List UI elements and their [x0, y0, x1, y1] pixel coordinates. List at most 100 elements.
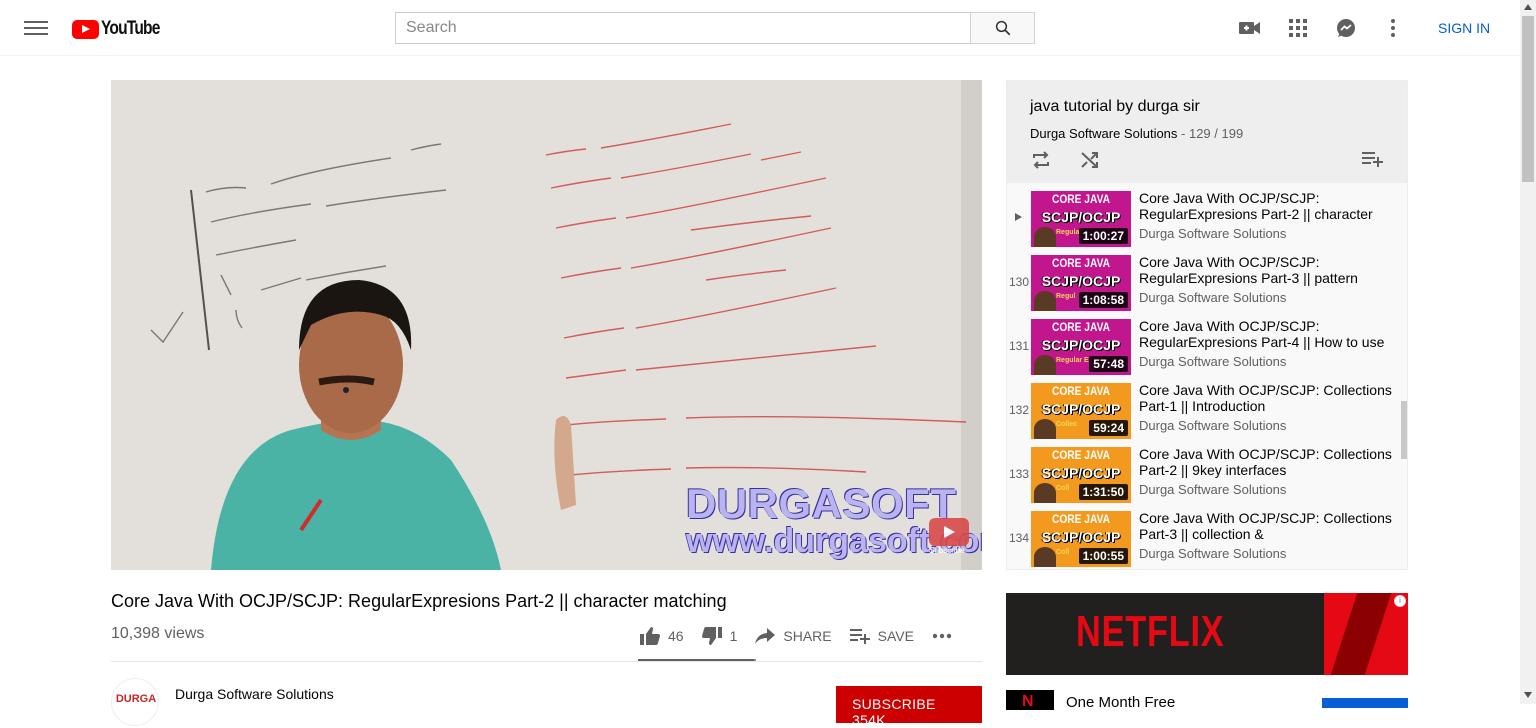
share-label: SHARE	[783, 628, 832, 644]
apps-grid-icon[interactable]	[1286, 16, 1310, 40]
playlist-item-text: Core Java With OCJP/SCJP: Collections Pa…	[1139, 446, 1399, 497]
playlist-item-channel: Durga Software Solutions	[1139, 354, 1287, 369]
thumbnail-banner: SCJP/OCJP	[1041, 529, 1121, 545]
now-playing-icon	[1015, 213, 1022, 221]
playlist-item-text: Core Java With OCJP/SCJP: Collections Pa…	[1139, 382, 1399, 433]
thumbnail-tag: Collec	[1056, 421, 1078, 428]
playlist-item-title[interactable]: Core Java With OCJP/SCJP: Collections Pa…	[1139, 446, 1399, 478]
more-actions-button[interactable]	[932, 633, 960, 639]
thumbnail-band: CORE JAVA	[1051, 384, 1110, 398]
save-label: SAVE	[877, 628, 914, 644]
playlist-item[interactable]: 131 CORE JAVA SCJP/OCJP Regular E 57:48 …	[1007, 315, 1407, 379]
dislike-button[interactable]: 1	[701, 627, 737, 645]
page-scrollbar[interactable]	[1520, 0, 1536, 704]
duration-badge: 57:48	[1089, 356, 1128, 372]
messages-icon[interactable]	[1334, 16, 1358, 40]
thumbnail-banner: SCJP/OCJP	[1041, 465, 1121, 481]
presenter	[211, 280, 576, 570]
playlist-add-icon[interactable]	[1362, 151, 1384, 172]
playlist-item-title[interactable]: Core Java With OCJP/SCJP: Collections Pa…	[1139, 382, 1399, 414]
logo-text: YouTube	[101, 18, 160, 39]
thumbnail-presenter	[1034, 547, 1056, 567]
playlist-item-thumbnail[interactable]: CORE JAVA SCJP/OCJP Collec 59:24	[1031, 383, 1131, 439]
create-video-icon[interactable]	[1238, 16, 1262, 40]
playlist-subtitle: Durga Software Solutions - 129 / 199	[1030, 126, 1243, 141]
thumbs-up-icon	[640, 627, 660, 645]
playlist-item-thumbnail[interactable]: CORE JAVA SCJP/OCJP Regular E 57:48	[1031, 319, 1131, 375]
playlist-item-channel: Durga Software Solutions	[1139, 418, 1287, 433]
playlist-item-index: 130	[1008, 275, 1029, 289]
playlist-items: CORE JAVA SCJP/OCJP Regular 1:00:27 Core…	[1007, 187, 1407, 569]
duration-badge: 59:24	[1089, 420, 1128, 436]
scroll-thumb[interactable]	[1522, 16, 1534, 182]
ad-info-icon[interactable]: i	[1394, 595, 1406, 607]
ad-cta-button[interactable]	[1322, 698, 1408, 708]
sign-in-button[interactable]: SIGN IN	[1428, 18, 1500, 38]
playlist-item[interactable]: CORE JAVA SCJP/OCJP Regular 1:00:27 Core…	[1007, 187, 1407, 251]
more-horizontal-icon	[932, 633, 952, 639]
playlist-item[interactable]: 133 CORE JAVA SCJP/OCJP Coll 1:31:50 Cor…	[1007, 443, 1407, 507]
loop-icon[interactable]	[1031, 151, 1051, 174]
playlist-add-icon	[849, 629, 870, 644]
save-button[interactable]: SAVE	[849, 628, 914, 644]
playlist-item-channel: Durga Software Solutions	[1139, 226, 1287, 241]
info-divider	[111, 661, 982, 662]
playlist-item-text: Core Java With OCJP/SCJP: RegularExpresi…	[1139, 190, 1399, 241]
video-title: Core Java With OCJP/SCJP: RegularExpresi…	[111, 591, 727, 611]
masthead: YouTube Search SIGN IN	[0, 0, 1520, 56]
ad-headline[interactable]: One Month Free	[1066, 694, 1175, 711]
duration-badge: 1:31:50	[1078, 484, 1128, 500]
thumbnail-banner: SCJP/OCJP	[1041, 337, 1121, 353]
video-actions: 46 1 SHARE SAVE	[640, 624, 978, 648]
playlist-item-text: Core Java With OCJP/SCJP: RegularExpresi…	[1139, 318, 1399, 369]
playlist-owner[interactable]: Durga Software Solutions	[1030, 126, 1177, 141]
playlist-item-channel: Durga Software Solutions	[1139, 546, 1287, 561]
thumbnail-tag: Regul	[1056, 293, 1076, 300]
playlist-item-title[interactable]: Core Java With OCJP/SCJP: Collections Pa…	[1139, 510, 1399, 542]
playlist-scrollbar[interactable]	[1401, 401, 1407, 459]
thumbnail-tag: Coll	[1056, 549, 1070, 556]
search-button[interactable]	[970, 12, 1035, 44]
scroll-up-arrow-icon[interactable]	[1524, 4, 1532, 10]
youtube-play-icon	[72, 19, 99, 39]
scroll-down-arrow-icon[interactable]	[1524, 692, 1532, 698]
thumbs-down-icon	[701, 627, 722, 645]
playlist-item-thumbnail[interactable]: CORE JAVA SCJP/OCJP Coll 1:00:55	[1031, 511, 1131, 567]
subscribe-watermark-label: Subscribe	[929, 546, 965, 555]
subscribe-button[interactable]: SUBSCRIBE 354K	[836, 686, 982, 728]
channel-name[interactable]: Durga Software Solutions	[175, 686, 334, 702]
share-button[interactable]: SHARE	[755, 628, 832, 644]
playlist-item-thumbnail[interactable]: CORE JAVA SCJP/OCJP Coll 1:31:50	[1031, 447, 1131, 503]
playlist-item-channel: Durga Software Solutions	[1139, 290, 1287, 305]
channel-avatar[interactable]: DURGA	[111, 678, 159, 726]
duration-badge: 1:08:58	[1078, 292, 1128, 308]
video-player[interactable]: DURGASOFT www.durgasoft.com Subscribe	[111, 80, 982, 570]
shuffle-icon[interactable]	[1080, 151, 1100, 174]
playlist-item-thumbnail[interactable]: CORE JAVA SCJP/OCJP Regular 1:00:27	[1031, 191, 1131, 247]
playlist-item[interactable]: 130 CORE JAVA SCJP/OCJP Regul 1:08:58 Co…	[1007, 251, 1407, 315]
settings-more-icon[interactable]	[1381, 16, 1405, 40]
thumbnail-band: CORE JAVA	[1051, 448, 1110, 462]
guide-menu-icon[interactable]	[24, 18, 48, 38]
playlist-item[interactable]: 132 CORE JAVA SCJP/OCJP Collec 59:24 Cor…	[1007, 379, 1407, 443]
playlist-title[interactable]: java tutorial by durga sir	[1030, 98, 1200, 116]
playlist-item-title[interactable]: Core Java With OCJP/SCJP: RegularExpresi…	[1139, 190, 1399, 222]
playlist-item-title[interactable]: Core Java With OCJP/SCJP: RegularExpresi…	[1139, 318, 1399, 350]
share-icon	[755, 628, 776, 644]
thumbnail-banner: SCJP/OCJP	[1041, 273, 1121, 289]
playlist-item-text: Core Java With OCJP/SCJP: Collections Pa…	[1139, 510, 1399, 561]
like-button[interactable]: 46	[640, 627, 684, 645]
netflix-ad-banner[interactable]: NETFLIX i	[1006, 593, 1408, 675]
youtube-logo[interactable]: YouTube	[72, 18, 172, 40]
subscribe-watermark-icon[interactable]	[929, 518, 969, 546]
thumbnail-presenter	[1034, 483, 1056, 503]
playlist-item-thumbnail[interactable]: CORE JAVA SCJP/OCJP Regul 1:08:58	[1031, 255, 1131, 311]
playlist-position: - 129 / 199	[1177, 126, 1244, 141]
playlist-item[interactable]: 134 CORE JAVA SCJP/OCJP Coll 1:00:55 Cor…	[1007, 507, 1407, 569]
search-input[interactable]: Search	[395, 12, 971, 44]
netflix-small-logo-text: N	[1022, 693, 1034, 710]
netflix-logo: NETFLIX	[1076, 607, 1225, 656]
playlist-item-title[interactable]: Core Java With OCJP/SCJP: RegularExpresi…	[1139, 254, 1399, 286]
playlist-header: java tutorial by durga sir Durga Softwar…	[1007, 81, 1407, 183]
thumbnail-presenter	[1034, 355, 1056, 375]
